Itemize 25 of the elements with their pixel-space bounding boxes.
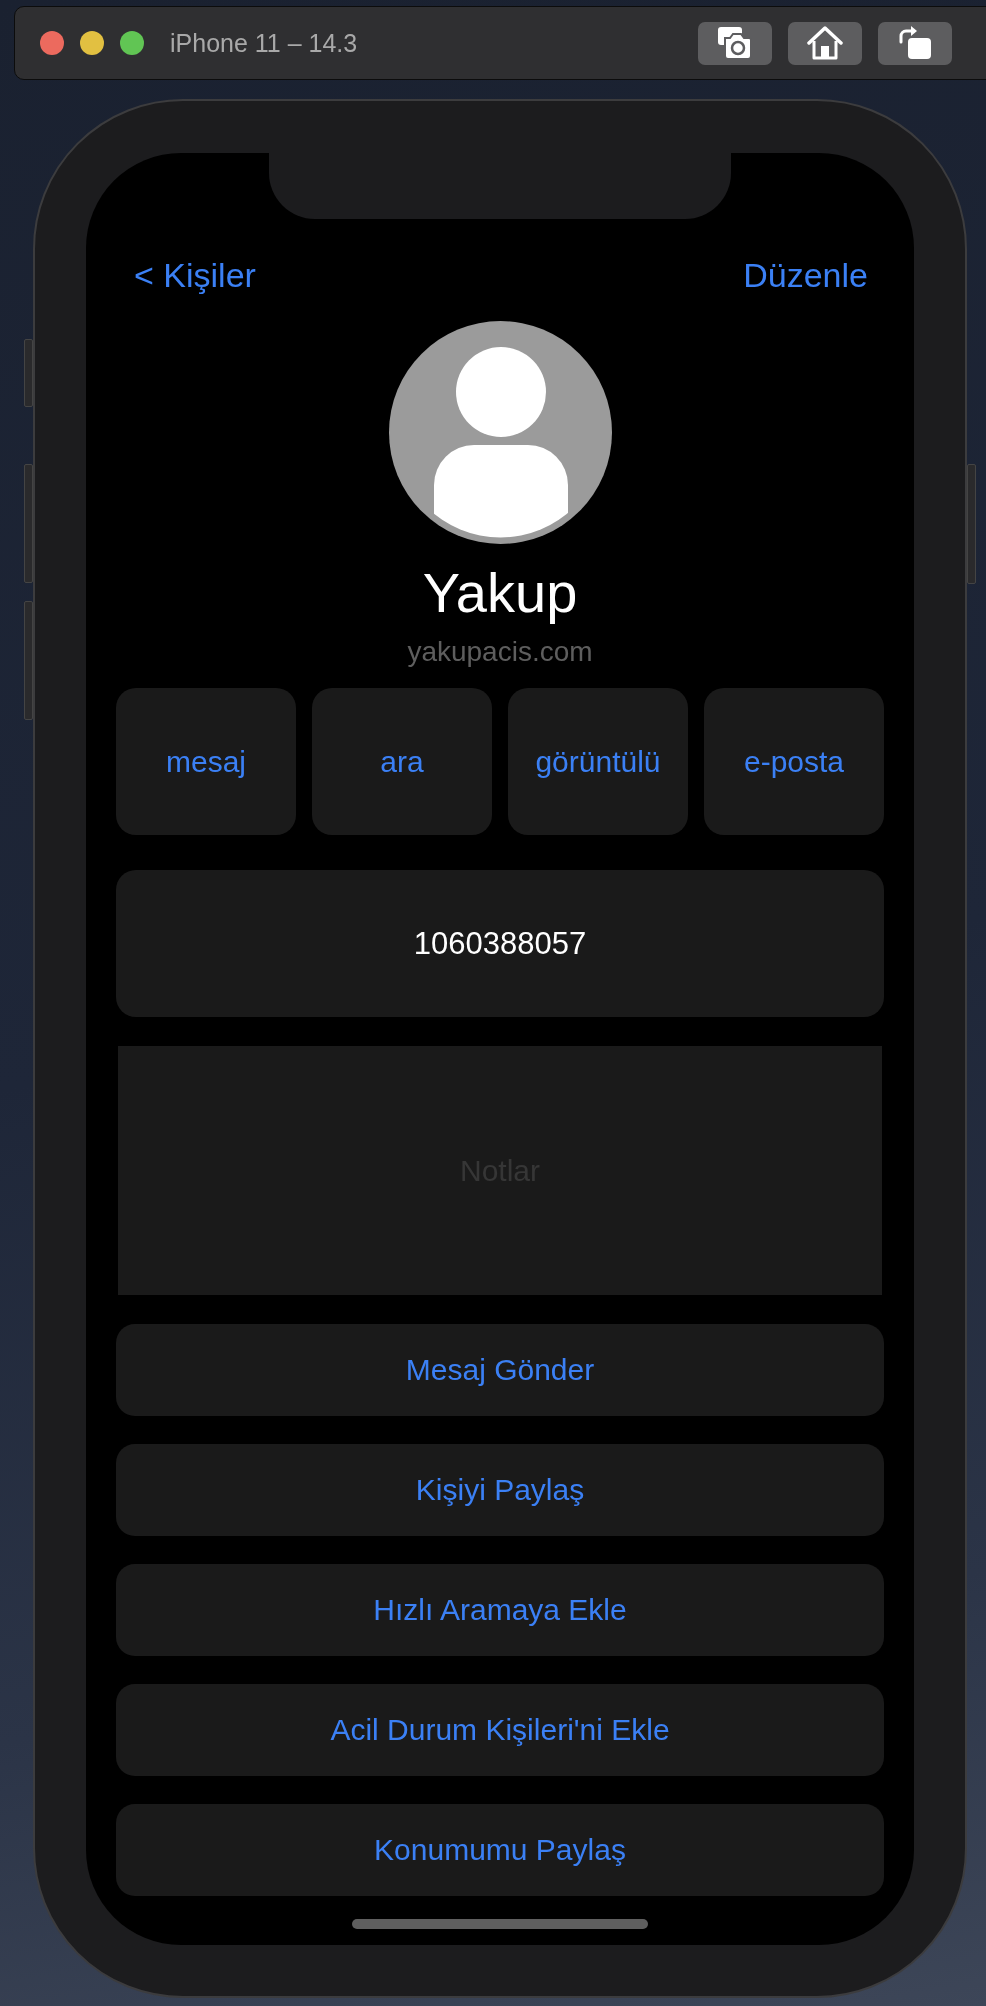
avatar-icon: [388, 321, 612, 544]
action-button[interactable]: görüntülü: [508, 688, 688, 835]
edit-link[interactable]: Düzenle: [743, 255, 868, 295]
rotate-icon: [897, 26, 933, 60]
action-row-button[interactable]: Kişiyi Paylaş: [116, 1444, 884, 1536]
screenshot-button[interactable]: [698, 21, 772, 65]
rotate-button[interactable]: [878, 21, 952, 65]
phone-number-card[interactable]: 1060388057: [116, 870, 884, 1017]
action-row-button[interactable]: Konumumu Paylaş: [116, 1804, 884, 1896]
action-button[interactable]: ara: [312, 688, 492, 835]
minimize-button[interactable]: [80, 31, 104, 55]
back-link[interactable]: < Kişiler: [134, 255, 256, 295]
home-button[interactable]: [788, 21, 862, 65]
action-button[interactable]: mesaj: [116, 688, 296, 835]
zoom-button[interactable]: [120, 31, 144, 55]
action-row-button[interactable]: Hızlı Aramaya Ekle: [116, 1564, 884, 1656]
action-row-button[interactable]: Acil Durum Kişileri'ni Ekle: [116, 1684, 884, 1776]
camera-icon: [717, 26, 753, 60]
contact-name: Yakup: [422, 561, 578, 625]
close-button[interactable]: [40, 31, 64, 55]
action-button[interactable]: e-posta: [704, 688, 884, 835]
action-row-button[interactable]: Mesaj Gönder: [116, 1324, 884, 1416]
window-title: iPhone 11 – 14.3: [170, 28, 358, 58]
house-icon: [807, 26, 843, 60]
contact-subtitle: yakupacis.com: [407, 635, 593, 669]
